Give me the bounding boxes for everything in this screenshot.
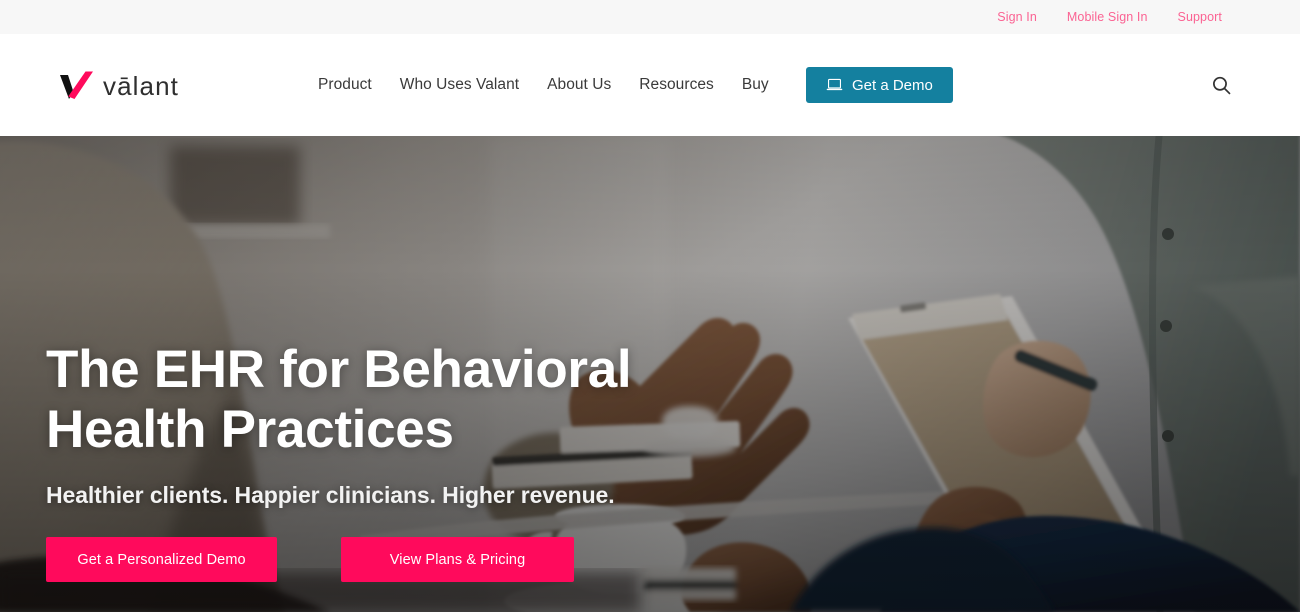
laptop-icon (826, 78, 843, 92)
hero-title-line-1: The EHR for Behavioral (46, 340, 632, 399)
nav-resources[interactable]: Resources (625, 76, 728, 94)
nav-buy[interactable]: Buy (728, 76, 783, 94)
mobile-sign-in-link[interactable]: Mobile Sign In (1067, 10, 1148, 24)
nav-who-uses-valant[interactable]: Who Uses Valant (386, 76, 533, 94)
utility-bar: Sign In Mobile Sign In Support (0, 0, 1300, 34)
hero-cta-group: Get a Personalized Demo View Plans & Pri… (46, 537, 746, 582)
hero-title-line-2: Health Practices (46, 400, 454, 459)
sign-in-link[interactable]: Sign In (997, 10, 1037, 24)
hero-section: The EHR for Behavioral Health Practices … (0, 136, 1300, 612)
get-personalized-demo-button[interactable]: Get a Personalized Demo (46, 537, 277, 582)
search-button[interactable] (1204, 68, 1238, 102)
search-icon (1211, 75, 1232, 96)
nav-product[interactable]: Product (318, 76, 386, 94)
nav-about-us[interactable]: About Us (533, 76, 625, 94)
get-a-demo-label: Get a Demo (852, 76, 933, 94)
site-header: vālant Product Who Uses Valant About Us … (0, 34, 1300, 136)
valant-checkmark-logo-icon (58, 70, 94, 100)
valant-homepage: Sign In Mobile Sign In Support vālant Pr… (0, 0, 1300, 612)
hero-content: The EHR for Behavioral Health Practices … (46, 340, 746, 582)
valant-logo-link[interactable]: vālant (58, 70, 179, 100)
support-link[interactable]: Support (1178, 10, 1222, 24)
view-plans-pricing-button[interactable]: View Plans & Pricing (341, 537, 574, 582)
hero-title: The EHR for Behavioral Health Practices (46, 340, 746, 460)
brand-wordmark: vālant (103, 71, 179, 101)
hero-subtitle: Healthier clients. Happier clinicians. H… (46, 482, 615, 508)
get-a-demo-button[interactable]: Get a Demo (806, 67, 953, 103)
main-navigation: Product Who Uses Valant About Us Resourc… (318, 76, 783, 94)
